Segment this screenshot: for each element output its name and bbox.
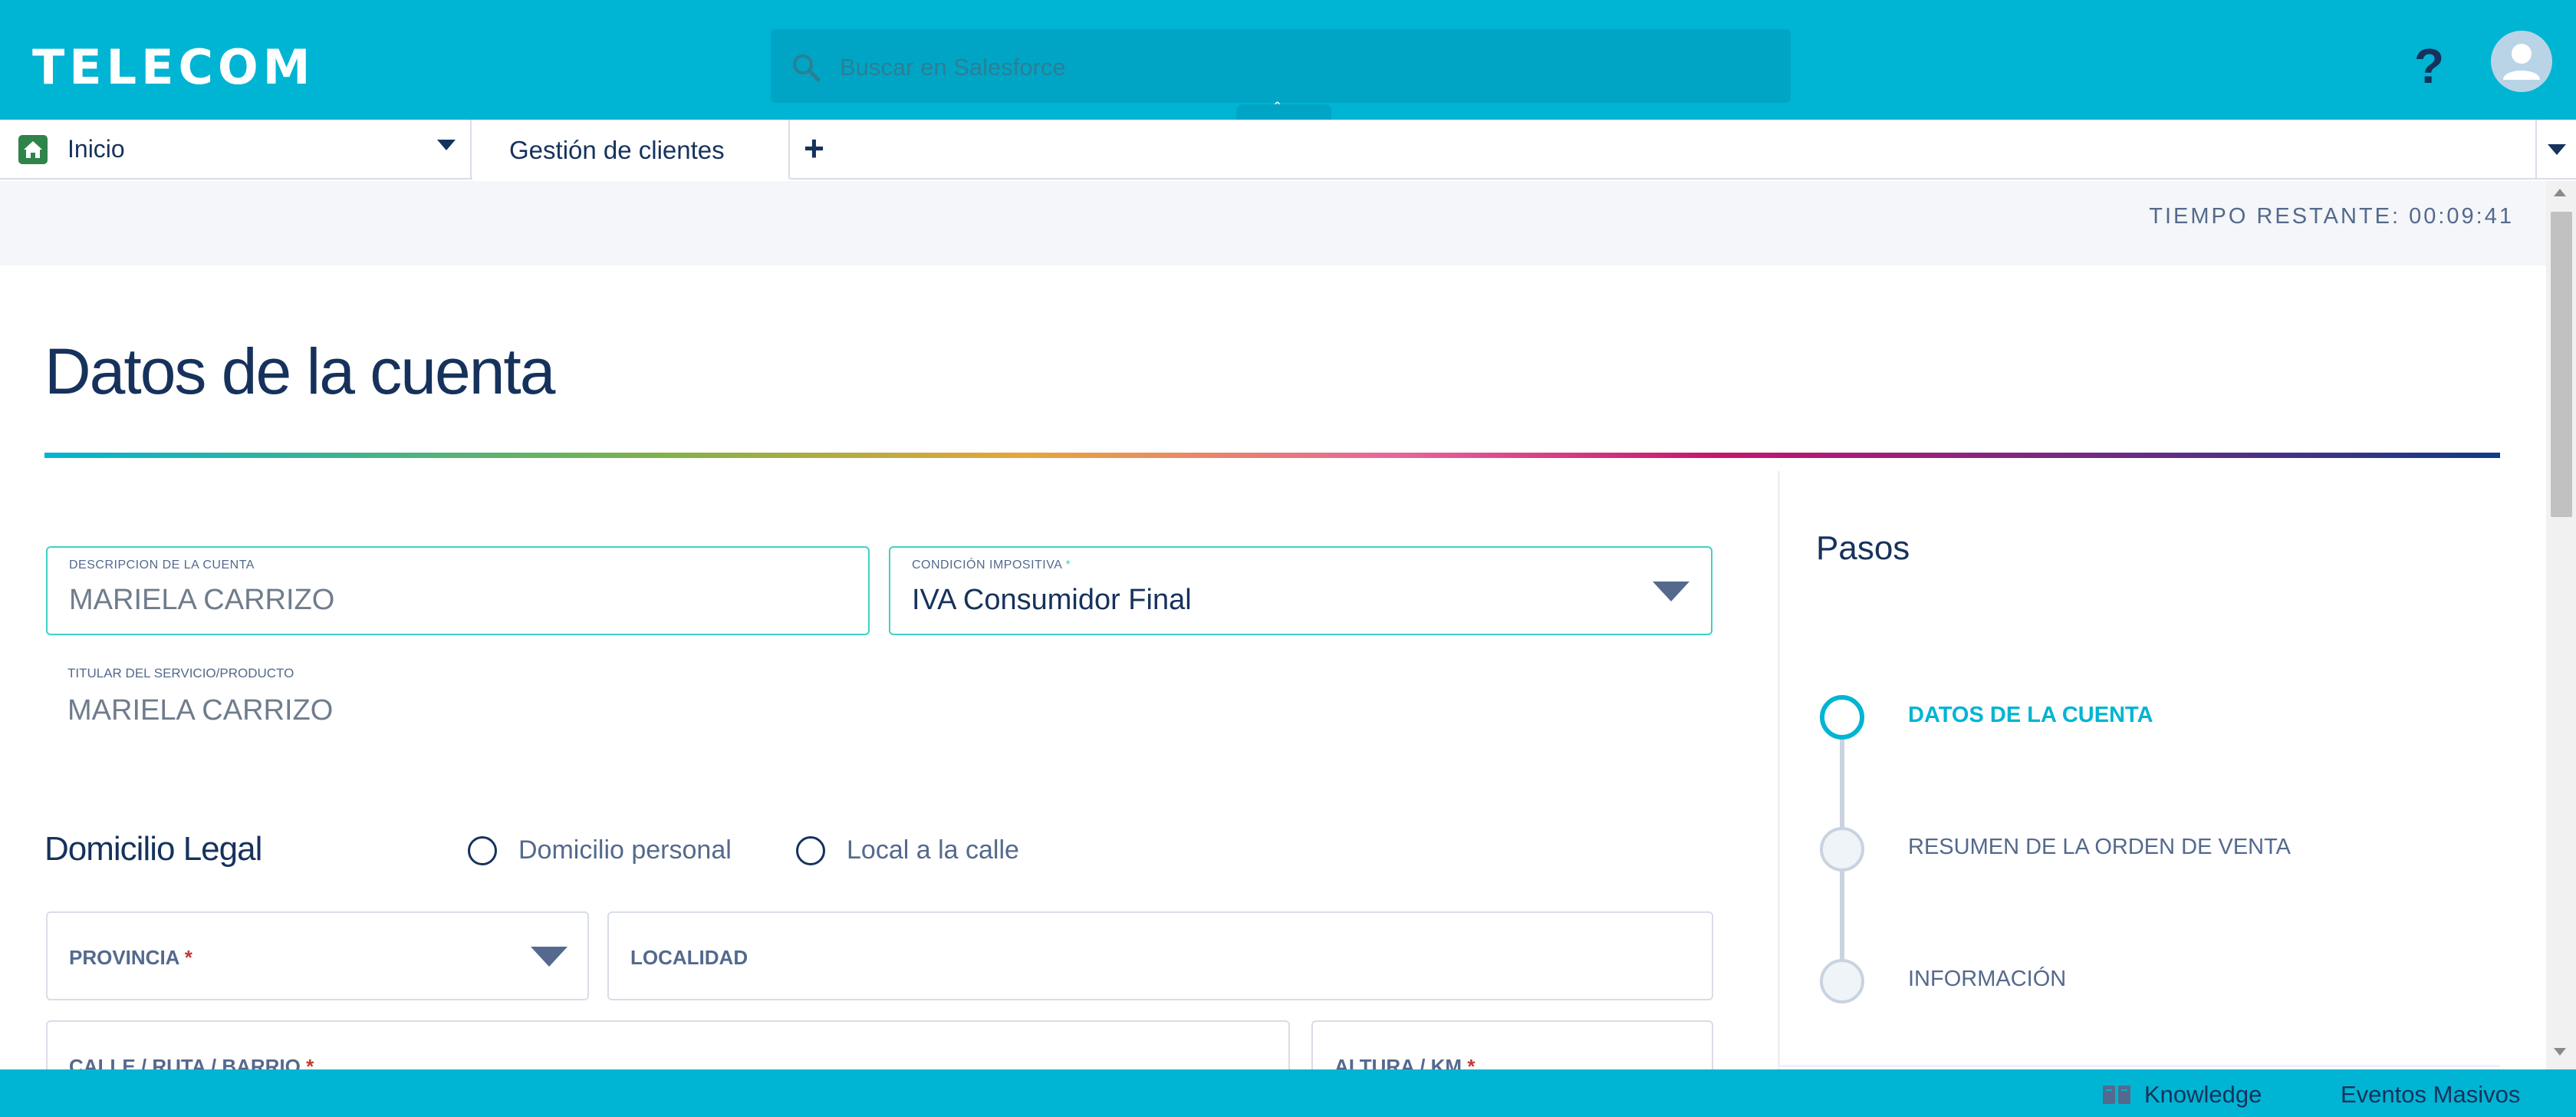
search-icon [793,54,821,82]
chevron-up-icon: ˆ [1275,99,1281,118]
tab-gestion-de-clientes[interactable]: Gestión de clientes [472,120,790,180]
step-indicator [1820,959,1864,1003]
scroll-up-arrow-icon[interactable] [2554,189,2566,196]
header-collapse-toggle[interactable]: ˆ [1236,99,1331,120]
radio-circle-icon [796,836,825,865]
steps-panel-bottom-border [1778,1065,2500,1067]
provincia-label-text: PROVINCIA [69,946,179,969]
step-resumen-orden[interactable]: RESUMEN DE LA ORDEN DE VENTA [1908,833,2291,861]
provincia-label: PROVINCIA * [69,945,192,970]
required-mark: * [1065,558,1071,572]
telecom-logo[interactable]: TELECOM [32,37,314,98]
service-holder-value: MARIELA CARRIZO [67,694,334,727]
utility-bar: Knowledge Eventos Masivos [0,1069,2576,1117]
home-icon [18,135,48,164]
vertical-scrollbar[interactable] [2546,181,2576,1069]
global-header: TELECOM Buscar en Salesforce ˆ ? [0,0,2576,120]
section-title-domicilio-legal: Domicilio Legal [44,830,262,868]
tab-overflow-menu[interactable] [2535,120,2576,178]
tax-condition-value: IVA Consumidor Final [912,584,1192,616]
account-description-value: MARIELA CARRIZO [69,584,335,616]
content-top-edge [0,265,2546,284]
required-mark: * [184,946,192,969]
workspace-tab-bar: Inicio Gestión de clientes + [0,120,2576,180]
remaining-time: TIEMPO RESTANTE: 00:09:41 [2149,204,2514,229]
provincia-select[interactable]: PROVINCIA * [46,911,589,1000]
tab-inicio-menu-button[interactable] [420,120,472,178]
search-placeholder: Buscar en Salesforce [840,54,1066,81]
scrollbar-thumb[interactable] [2551,212,2572,517]
tax-condition-select[interactable]: CONDICIÓN IMPOSITIVA * IVA Consumidor Fi… [889,546,1712,635]
tax-condition-label-text: CONDICIÓN IMPOSITIVA [912,558,1062,572]
eventos-masivos-button[interactable]: Eventos Masivos [2341,1080,2520,1109]
tab-gestion-label: Gestión de clientes [509,136,725,164]
add-tab-button[interactable]: + [798,129,837,169]
account-description-field[interactable]: DESCRIPCION DE LA CUENTA MARIELA CARRIZO [46,546,870,635]
scroll-down-arrow-icon[interactable] [2554,1048,2566,1056]
title-gradient-divider [44,453,2500,458]
book-icon [2103,1086,2130,1104]
step-datos-de-la-cuenta[interactable]: DATOS DE LA CUENTA [1908,701,2153,729]
steps-panel-border [1778,471,1780,1069]
help-icon[interactable]: ? [2414,37,2444,95]
person-icon [2503,44,2540,80]
timer-bar: TIEMPO RESTANTE: 00:09:41 [0,181,2546,252]
plus-icon: + [804,128,824,168]
chevron-down-icon [437,140,456,150]
chevron-down-icon [2548,144,2566,155]
tax-condition-label: CONDICIÓN IMPOSITIVA * [912,558,1071,572]
dropdown-caret-icon [531,947,568,967]
tab-inicio[interactable]: Inicio [0,120,472,178]
knowledge-button[interactable]: Knowledge [2144,1080,2262,1109]
page-title: Datos de la cuenta [44,335,555,407]
tab-inicio-label: Inicio [67,135,125,163]
user-avatar-icon[interactable] [2491,31,2552,92]
global-search-input[interactable]: Buscar en Salesforce [771,29,1791,103]
radio-local-label: Local a la calle [847,835,1019,865]
radio-circle-icon [468,836,497,865]
localidad-field[interactable]: LOCALIDAD [607,911,1713,1000]
account-description-label: DESCRIPCION DE LA CUENTA [69,558,255,572]
service-holder-label: TITULAR DEL SERVICIO/PRODUCTO [67,666,294,680]
dropdown-caret-icon [1653,582,1689,601]
radio-domicilio-personal-label: Domicilio personal [518,835,732,865]
step-indicator-current [1820,695,1864,740]
step-informacion[interactable]: INFORMACIÓN [1908,965,2066,993]
localidad-label: LOCALIDAD [630,946,748,969]
step-indicator [1820,827,1864,872]
steps-title: Pasos [1816,529,1910,567]
